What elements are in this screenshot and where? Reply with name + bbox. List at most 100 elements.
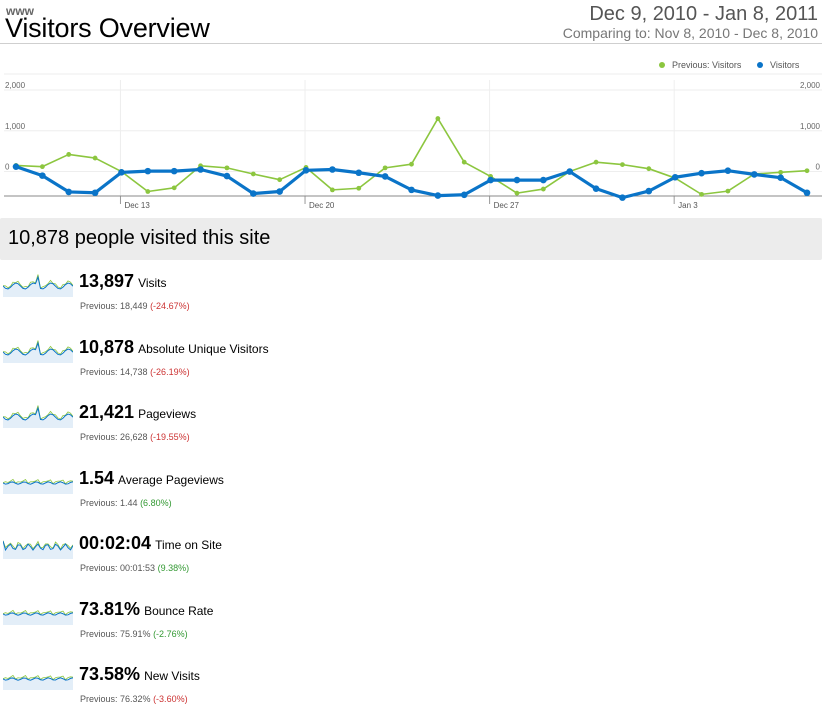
visitors-point [803,189,811,197]
metric-value: 73.81% [79,598,141,619]
visitors-point [671,173,679,181]
metric-previous: Previous: 18,449 (-24.67%) [80,301,190,311]
metric-value-line: 00:02:04 Time on Site [79,533,222,554]
x-tick-label: Jan 3 [678,201,698,210]
x-tick-label: Dec 20 [309,201,335,210]
metric-value-line: 1.54 Average Pageviews [79,468,224,489]
legend-label: Visitors [770,60,800,70]
visitors-point [645,187,653,195]
previous-visitors-point [356,185,362,191]
previous-visitors-point [409,161,414,167]
visitors-point [197,166,204,173]
metric-change: (-3.60%) [153,694,188,704]
metric-previous-value: Previous: 18,449 [80,301,148,311]
y-tick-label-right: 0 [816,163,821,172]
visitors-point [381,173,389,180]
previous-visitors-point [224,165,230,171]
visitors-point [355,169,363,177]
previous-visitors-point [92,155,98,161]
visitors-point [540,176,547,184]
metric-change: (-2.76%) [153,628,188,639]
visitors-point [619,194,626,201]
visitors-point [12,163,20,170]
metric-change: (-19.55%) [150,432,190,442]
visitors-point [39,172,46,179]
previous-visitors-point [593,159,599,165]
metric-sparkline[interactable] [3,271,73,297]
summary-bar: 10,878 people visited this site [0,218,822,260]
visitors-point [750,171,758,178]
visitors-point [724,167,732,175]
metric-change: (9.38%) [157,563,190,573]
previous-visitors-point [461,159,467,165]
visitors-point [408,186,415,194]
previous-visitors-point [66,152,72,157]
metric-sparkline[interactable] [3,468,73,494]
visitors-chart-svg[interactable]: Previous: Visitors Visitors 2,000 2,000 1,00… [0,50,830,215]
visitors-point [777,174,784,181]
previous-visitors-point [804,168,810,174]
x-tick-label: Dec 27 [494,201,520,210]
visitors-point [170,167,178,175]
legend-marker [757,62,763,68]
metric-sparkline[interactable] [3,599,73,625]
metric-sparkline[interactable] [3,402,73,428]
visitors-chart[interactable]: Previous: Visitors Visitors 2,000 2,000 1,00… [0,50,830,215]
previous-visitors-point [514,190,520,196]
metric-value-line: 21,421 Pageviews [79,402,196,423]
metric-value: 21,421 [79,402,135,422]
visitors-point [144,167,152,175]
metric-label-link[interactable]: Time on Site [155,538,222,552]
date-range[interactable]: Dec 9, 2010 - Jan 8, 2011 [589,3,818,26]
metric-row: 73.58% New Visits Previous: 76.32% (-3.60%… [0,664,500,724]
metric-previous-value: Previous: 76.32% [80,694,151,704]
y-tick-label-right: 1,000 [800,122,821,131]
metric-sparkline[interactable] [3,533,73,559]
metric-value: 1.54 [79,467,115,488]
visitors-point [434,192,442,199]
y-tick-label-left: 1,000 [5,122,26,131]
metric-label-link[interactable]: Visits [138,276,166,290]
report-header: www Visitors Overview Dec 9, 2010 - Jan … [0,0,822,44]
previous-visitors-point [250,171,256,177]
metric-label-link[interactable]: New Visits [144,669,200,683]
metric-value-line: 10,878 Absolute Unique Visitors [79,337,269,358]
metric-previous: Previous: 14,738 (-26.19%) [80,367,190,377]
previous-visitors-point [171,185,177,191]
metric-value-line: 13,897 Visits [79,271,167,292]
metric-previous-value: Previous: 75.91% [80,628,151,639]
metric-label-link[interactable]: Average Pageviews [118,473,224,487]
sparkline-area [3,612,73,625]
metric-row: 00:02:04 Time on Site Previous: 00:01:53 (… [0,533,500,593]
metric-value: 13,897 [79,271,135,291]
visitors-point [302,167,310,174]
metric-value-line: 73.81% Bounce Rate [79,599,213,620]
metric-row: 1.54 Average Pageviews Previous: 1.44 (6.8… [0,468,500,528]
legend-marker [659,62,665,68]
previous-visitors-line [15,117,808,196]
metric-row: 73.81% Bounce Rate Previous: 75.91% (-2.76… [0,599,500,659]
visitors-point [513,176,521,184]
metric-previous-value: Previous: 26,628 [80,432,148,442]
visitors-point [276,188,283,195]
metric-previous: Previous: 75.91% (-2.76%) [80,629,188,639]
visitors-point [250,190,257,197]
previous-visitors-point [39,164,45,170]
visitors-point [329,166,336,173]
metric-sparkline[interactable] [3,337,73,363]
metric-row: 10,878 Absolute Unique Visitors Previous: … [0,337,500,397]
metric-label-link[interactable]: Absolute Unique Visitors [138,342,269,356]
previous-visitors-point [330,187,335,193]
metric-previous: Previous: 00:01:53 (9.38%) [80,563,189,573]
metric-previous: Previous: 26,628 (-19.55%) [80,432,190,442]
x-tick-label: Dec 13 [124,201,150,210]
metric-label-link[interactable]: Pageviews [138,407,196,421]
previous-visitors-point [725,188,731,194]
metric-previous-value: Previous: 14,738 [80,366,148,377]
visitors-point [65,188,73,196]
previous-visitors-point [540,186,546,192]
metric-sparkline[interactable] [3,664,73,690]
visitors-point [460,191,468,199]
metric-label-link[interactable]: Bounce Rate [144,604,213,618]
metric-previous-value: Previous: 00:01:53 [80,563,156,573]
